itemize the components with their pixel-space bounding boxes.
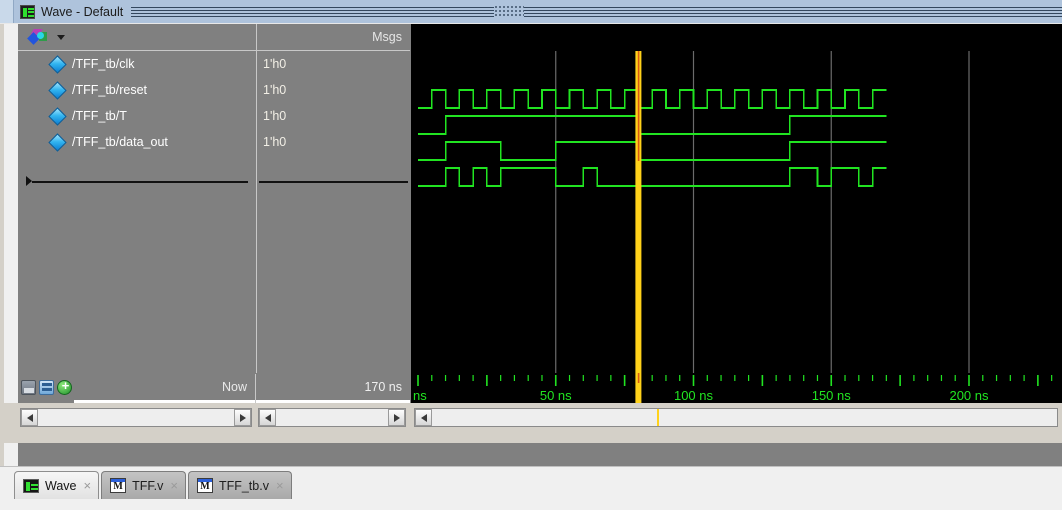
value-label: 1'h0 [263, 57, 287, 71]
values-horizontal-scrollbar[interactable] [258, 408, 406, 427]
signal-column-header [18, 24, 256, 51]
values-column-header: Msgs [257, 24, 410, 51]
signal-row-reset[interactable]: /TFF_tb/reset [18, 77, 256, 103]
scroll-right-icon[interactable] [388, 409, 405, 426]
scrollbar-cursor-marker [657, 409, 659, 426]
tab-tff-tb-v[interactable]: TFF_tb.v × [187, 471, 292, 499]
tab-label: TFF_tb.v [218, 478, 269, 493]
left-gutter [0, 24, 18, 467]
wave-window-icon [20, 4, 35, 19]
signal-diamond-icon [50, 83, 65, 98]
signal-name-label: /TFF_tb/clk [72, 57, 135, 71]
value-label: 1'h0 [263, 109, 287, 123]
svg-text:50 ns: 50 ns [540, 388, 572, 403]
close-icon[interactable]: × [276, 479, 284, 492]
values-list: 1'h0 1'h0 1'h0 1'h0 [257, 51, 410, 183]
signal-row-data-out[interactable]: /TFF_tb/data_out [18, 129, 256, 155]
scroll-right-icon[interactable] [234, 409, 251, 426]
waveform-canvas[interactable] [411, 51, 1062, 373]
msgs-header-label: Msgs [372, 30, 402, 44]
value-row-clk: 1'h0 [257, 51, 410, 77]
tab-label: Wave [45, 478, 77, 493]
signal-row-clk[interactable]: /TFF_tb/clk [18, 51, 256, 77]
titlebar-grip-icon[interactable] [494, 5, 525, 18]
names-horizontal-scrollbar[interactable] [20, 408, 252, 427]
scrollbar-strip [0, 403, 1062, 443]
now-label: Now [74, 374, 256, 400]
verilog-file-icon [110, 478, 127, 493]
values-divider [259, 181, 408, 183]
titlebar-left-strip [0, 0, 14, 23]
verilog-file-icon [196, 478, 213, 493]
chevron-down-icon[interactable] [57, 34, 65, 40]
window-title: Wave - Default [41, 4, 124, 19]
close-icon[interactable]: × [170, 479, 178, 492]
wave-frame: /TFF_tb/clk /TFF_tb/reset /TFF_tb/T /TFF… [0, 23, 1062, 467]
titlebar-rail [131, 0, 1062, 23]
signal-list: /TFF_tb/clk /TFF_tb/reset /TFF_tb/T /TFF… [18, 51, 256, 186]
selection-divider [32, 181, 248, 183]
signal-name-label: /TFF_tb/T [72, 109, 127, 123]
svg-text:100 ns: 100 ns [674, 388, 714, 403]
scroll-left-icon[interactable] [415, 409, 432, 426]
svg-text:150 ns: 150 ns [812, 388, 852, 403]
scroll-track[interactable] [276, 409, 388, 426]
value-row-data-out: 1'h0 [257, 129, 410, 155]
value-row-t: 1'h0 [257, 103, 410, 129]
signal-name-column: /TFF_tb/clk /TFF_tb/reset /TFF_tb/T /TFF… [18, 24, 256, 373]
bottom-tabbar: Wave × TFF.v × TFF_tb.v × CSDN @日星月云 [0, 466, 1062, 510]
svg-text:ns: ns [413, 388, 427, 403]
tab-label: TFF.v [132, 478, 164, 493]
signal-diamond-icon [50, 135, 65, 150]
value-label: 1'h0 [263, 135, 287, 149]
add-cursor-icon[interactable] [57, 378, 73, 395]
now-row: Now 170 ns [18, 374, 410, 400]
close-icon[interactable]: × [84, 479, 92, 492]
values-column: Msgs 1'h0 1'h0 1'h0 1'h0 [256, 24, 410, 373]
signal-row-t[interactable]: /TFF_tb/T [18, 103, 256, 129]
load-format-icon[interactable] [39, 379, 54, 395]
svg-text:200 ns: 200 ns [949, 388, 989, 403]
scroll-track[interactable] [432, 409, 1057, 426]
signal-name-label: /TFF_tb/data_out [72, 135, 168, 149]
modelsim-wave-window: Wave - Default /TFF_tb/clk /TFF_tb/reset… [0, 0, 1062, 510]
save-format-icon[interactable] [21, 379, 36, 395]
waveform-header [411, 24, 1062, 51]
signal-diamond-icon [50, 109, 65, 124]
value-label: 1'h0 [263, 83, 287, 97]
scroll-track[interactable] [38, 409, 234, 426]
window-titlebar: Wave - Default [0, 0, 1062, 23]
scroll-left-icon[interactable] [259, 409, 276, 426]
wave-tab-icon [23, 478, 39, 493]
waveform-horizontal-scrollbar[interactable] [414, 408, 1058, 427]
tab-tff-v[interactable]: TFF.v × [101, 471, 186, 499]
objects-dropdown-icon[interactable] [27, 29, 50, 45]
value-row-reset: 1'h0 [257, 77, 410, 103]
signal-name-label: /TFF_tb/reset [72, 83, 148, 97]
scroll-left-icon[interactable] [21, 409, 38, 426]
tab-wave[interactable]: Wave × [14, 471, 100, 499]
now-row-icons [18, 374, 74, 400]
now-value: 170 ns [364, 380, 402, 394]
tab-strip: Wave × TFF.v × TFF_tb.v × [14, 471, 294, 499]
signal-diamond-icon [50, 57, 65, 72]
waveform-panel[interactable] [411, 24, 1062, 373]
